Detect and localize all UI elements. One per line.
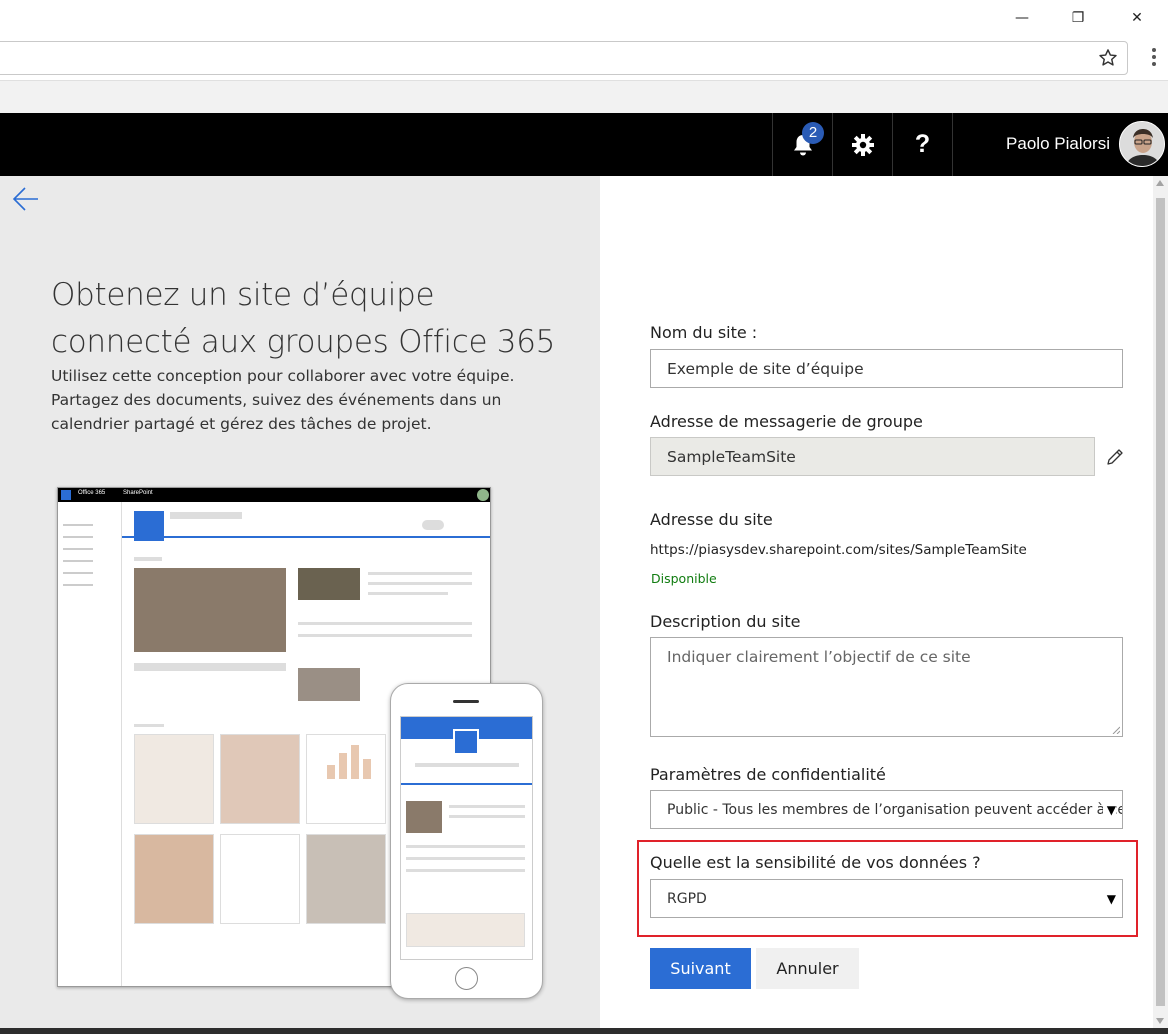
description-label: Description du site [650, 612, 801, 631]
address-bar[interactable] [0, 41, 1128, 75]
back-arrow-icon[interactable] [12, 186, 40, 212]
scroll-down-icon[interactable] [1156, 1018, 1164, 1024]
group-email-label: Adresse de messagerie de groupe [650, 412, 923, 431]
mock-product-name: SharePoint [123, 490, 153, 496]
dropdown-arrow-icon: ▼ [1102, 892, 1116, 906]
notifications-button[interactable]: 2 [772, 113, 832, 176]
group-email-field: SampleTeamSite [650, 437, 1095, 476]
user-menu[interactable]: Paolo Pialorsi [952, 113, 1168, 176]
site-address-value: https://piasysdev.sharepoint.com/sites/S… [650, 542, 1027, 558]
privacy-select[interactable]: Public - Tous les membres de l’organisat… [650, 790, 1123, 829]
settings-button[interactable] [832, 113, 892, 176]
scrollbar-thumb[interactable] [1156, 198, 1165, 1006]
privacy-label: Paramètres de confidentialité [650, 765, 886, 784]
pencil-icon[interactable] [1105, 447, 1125, 467]
user-name: Paolo Pialorsi [1006, 134, 1110, 153]
next-button[interactable]: Suivant [650, 948, 751, 989]
scroll-up-icon[interactable] [1156, 180, 1164, 186]
site-name-label: Nom du site : [650, 323, 758, 342]
gear-icon [851, 133, 874, 156]
more-vertical-icon[interactable] [1151, 48, 1157, 68]
suite-bar: 2 ? Paolo Pialorsi [0, 113, 1168, 176]
sensitivity-label: Quelle est la sensibilité de vos données… [650, 853, 981, 872]
sensitivity-selected-value: RGPD [667, 891, 707, 907]
intro-panel: Obtenez un site d’équipe connecté aux gr… [0, 176, 600, 1028]
privacy-selected-value: Public - Tous les membres de l’organisat… [667, 802, 1123, 818]
window-titlebar: — ❐ ✕ [0, 0, 1168, 36]
create-site-form: Nom du site : Exemple de site d’équipe A… [600, 176, 1153, 1028]
phone-preview-image [390, 683, 543, 999]
help-icon: ? [914, 130, 931, 158]
description-textarea[interactable]: Indiquer clairement l’objectif de ce sit… [650, 637, 1123, 737]
site-name-input[interactable]: Exemple de site d’équipe [650, 349, 1123, 388]
close-window-button[interactable]: ✕ [1125, 6, 1149, 30]
cancel-button[interactable]: Annuler [756, 948, 859, 989]
description-placeholder: Indiquer clairement l’objectif de ce sit… [667, 648, 971, 666]
bookmarks-bar [0, 80, 1168, 113]
availability-status: Disponible [651, 571, 717, 586]
dropdown-arrow-icon: ▼ [1102, 803, 1116, 817]
mock-suite-bar: Office 365 SharePoint [58, 488, 490, 502]
notification-badge: 2 [802, 122, 824, 144]
resize-grip-icon[interactable] [1112, 726, 1120, 734]
page-description: Utilisez cette conception pour collabore… [51, 367, 515, 433]
taskbar-edge [0, 1028, 1168, 1034]
toolbar [0, 36, 1168, 80]
sensitivity-select[interactable]: RGPD ▼ [650, 879, 1123, 918]
star-icon[interactable] [1097, 47, 1119, 69]
help-button[interactable]: ? [892, 113, 952, 176]
avatar [1119, 121, 1165, 167]
page-title: Obtenez un site d’équipe connecté aux gr… [51, 277, 556, 360]
minimize-button[interactable]: — [1010, 6, 1034, 30]
restore-button[interactable]: ❐ [1066, 6, 1090, 30]
mock-app-name: Office 365 [78, 490, 106, 496]
site-address-label: Adresse du site [650, 510, 773, 529]
page-scrollbar[interactable] [1153, 176, 1168, 1028]
